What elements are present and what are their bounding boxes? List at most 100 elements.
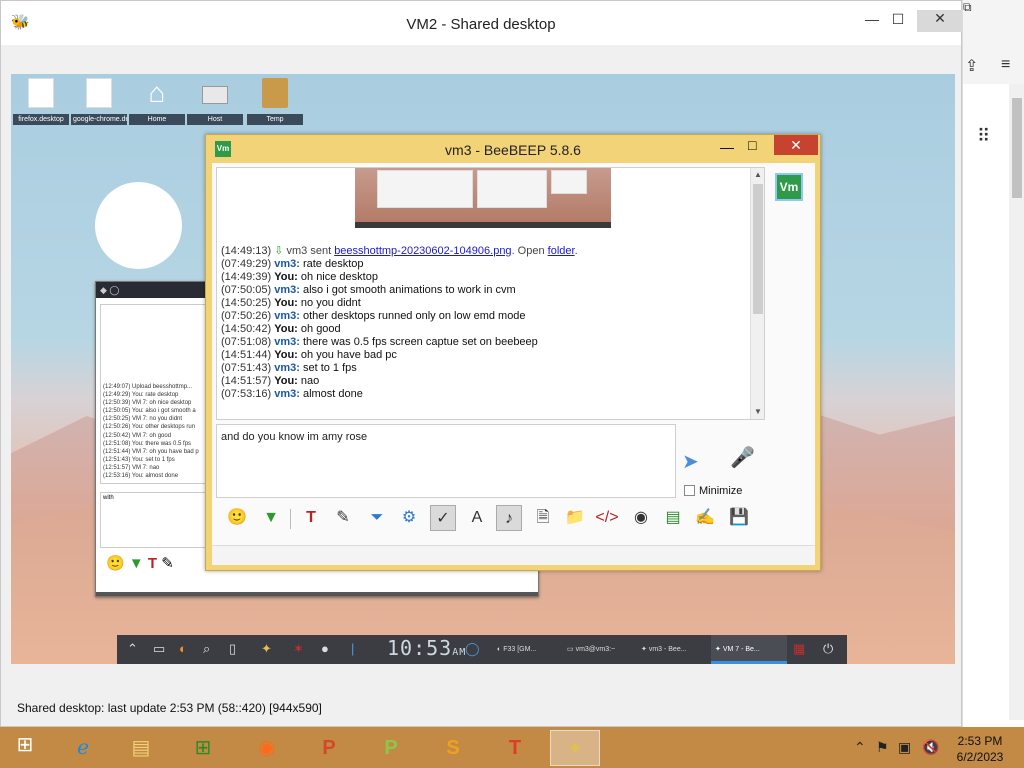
vm2-titlebar[interactable]: 🐝 VM2 - Shared desktop — ☐ ✕ bbox=[1, 1, 963, 45]
thumb-window bbox=[377, 170, 473, 208]
save-chat-icon[interactable]: 🗎 bbox=[530, 505, 556, 531]
chat-scrollbar[interactable]: ▲ ▼ bbox=[750, 168, 764, 419]
font-icon[interactable]: T bbox=[148, 555, 157, 572]
message-sender: You: bbox=[274, 297, 298, 309]
arrow-down-icon[interactable]: ▼ bbox=[129, 555, 144, 572]
font-icon[interactable]: T bbox=[298, 505, 324, 531]
user-avatar[interactable]: Vm bbox=[775, 173, 803, 201]
flag-icon[interactable]: ⚑ bbox=[876, 739, 889, 756]
terminal-icon[interactable]: ▭ bbox=[153, 639, 165, 659]
settings-icon[interactable]: ⚙ bbox=[396, 505, 422, 531]
network-icon[interactable]: ▣ bbox=[898, 739, 911, 756]
desktop-icon-firefox[interactable]: firefox.desktop bbox=[13, 78, 69, 134]
notes-icon[interactable]: ✍ bbox=[692, 505, 718, 531]
message-timestamp: (14:50:25) bbox=[221, 297, 272, 309]
bulb-icon[interactable]: ● bbox=[321, 639, 329, 659]
bug-icon[interactable]: ✶ bbox=[293, 639, 304, 659]
desktop-icon-chrome[interactable]: google-chrome.desk... bbox=[71, 78, 127, 134]
emoticon-icon[interactable]: 🙂 bbox=[106, 555, 125, 572]
background-message-input[interactable]: with bbox=[100, 492, 210, 548]
tray-expand-icon[interactable]: ⌃ bbox=[854, 739, 866, 756]
arrow-down-icon[interactable]: ▼ bbox=[258, 505, 284, 531]
close-button[interactable]: ✕ bbox=[774, 135, 818, 155]
toolbar-separator bbox=[290, 509, 291, 529]
message-sender: vm3: bbox=[274, 388, 300, 400]
message-sender: vm3: bbox=[274, 284, 300, 296]
folder-link[interactable]: folder bbox=[548, 245, 575, 257]
upload-icon: ⇩ bbox=[274, 245, 284, 257]
desktop-share-icon[interactable]: ▤ bbox=[660, 505, 686, 531]
filter-icon[interactable]: ⏷ bbox=[364, 505, 390, 531]
file-explorer-icon[interactable]: ▤ bbox=[116, 730, 166, 766]
firefox-icon[interactable]: ◉ bbox=[242, 730, 292, 766]
scroll-down-icon[interactable]: ▼ bbox=[751, 405, 764, 419]
bg-chat-line: (12:51:57) VM 7: nao bbox=[103, 464, 160, 471]
desktop-icon-temp[interactable]: Temp bbox=[247, 78, 303, 134]
shared-desktop-view[interactable]: firefox.desktop google-chrome.desk... ⌂ … bbox=[11, 74, 955, 664]
file-icon[interactable]: ▯ bbox=[229, 639, 236, 659]
text-app-icon[interactable]: T bbox=[490, 730, 540, 766]
send-file-icon[interactable]: 📁 bbox=[562, 505, 588, 531]
beebeep-chat-window[interactable]: Vm vm3 - BeeBEEP 5.8.6 — □ ✕ (14:49:13) bbox=[205, 134, 821, 571]
beebeep-titlebar[interactable]: Vm vm3 - BeeBEEP 5.8.6 — □ ✕ bbox=[206, 135, 820, 163]
minimize-button[interactable]: — bbox=[720, 139, 734, 155]
screenshot-thumbnail[interactable] bbox=[355, 168, 611, 228]
scrollbar-thumb[interactable] bbox=[1012, 98, 1022, 198]
maximize-button[interactable]: ☐ bbox=[883, 11, 913, 31]
desktop-icon-home[interactable]: ⌂ Home bbox=[129, 78, 185, 134]
microphone-icon[interactable]: 🎤 bbox=[730, 445, 756, 475]
circle-icon[interactable]: ◯ bbox=[465, 639, 480, 659]
send-icon[interactable]: ➤ bbox=[682, 449, 716, 475]
chat-history[interactable]: (14:49:13) ⇩ vm3 sent beesshottmp-202306… bbox=[216, 167, 765, 420]
scrollbar-thumb[interactable] bbox=[753, 184, 763, 314]
internet-explorer-icon[interactable]: ℯ bbox=[58, 730, 108, 766]
publisher-icon[interactable]: P bbox=[366, 730, 416, 766]
store-icon[interactable]: ⊞ bbox=[178, 730, 228, 766]
power-icon[interactable]: ⏻ bbox=[823, 639, 833, 659]
us-flag-icon[interactable]: ▦ bbox=[793, 639, 805, 659]
color-icon[interactable]: ✎ bbox=[161, 555, 174, 572]
windows-start-icon[interactable]: ⊞ bbox=[0, 727, 50, 768]
code-icon[interactable]: </> bbox=[594, 505, 620, 531]
checkbox-box[interactable] bbox=[684, 485, 695, 496]
spellcheck-icon[interactable]: ✓ bbox=[430, 505, 456, 531]
dock-task-active[interactable]: ✦ VM 7 - Be... bbox=[711, 635, 787, 664]
share-icon[interactable]: ⇪ bbox=[965, 56, 978, 76]
volume-muted-icon[interactable]: 🔇 bbox=[922, 739, 939, 756]
dock-clock-time: 10:53 bbox=[387, 636, 453, 660]
file-link[interactable]: beesshottmp-20230602-104906.png bbox=[334, 245, 511, 257]
minimize-checkbox[interactable]: Minimize bbox=[684, 485, 742, 497]
background-app-window[interactable]: ⧉ ⇪ ≡ ⠿ bbox=[962, 0, 1024, 727]
chat-messages: (14:49:13) ⇩ vm3 sent beesshottmp-202306… bbox=[221, 245, 578, 401]
color-picker-icon[interactable]: ✎ bbox=[330, 505, 356, 531]
chevron-up-icon[interactable]: ⌃ bbox=[127, 639, 138, 659]
beebeep-taskbar-icon[interactable]: ✦ bbox=[550, 730, 600, 766]
desktop-icon-host[interactable]: Host bbox=[187, 78, 243, 134]
message-input[interactable]: and do you know im amy rose bbox=[216, 424, 676, 498]
slides-icon[interactable]: S bbox=[428, 730, 478, 766]
dock-task[interactable]: ✦ vm3 - Bee... bbox=[637, 635, 707, 664]
background-app-header: ⧉ ⇪ ≡ bbox=[963, 0, 1024, 84]
taskbar-clock[interactable]: 2:53 PM 6/2/2023 bbox=[940, 733, 1020, 765]
dock-task[interactable]: ▭ vm3@vm3:~ bbox=[563, 635, 633, 664]
search-icon[interactable]: ⌕ bbox=[203, 639, 210, 659]
font-size-icon[interactable]: A bbox=[464, 505, 490, 531]
file-sent-message: (14:49:13) ⇩ vm3 sent beesshottmp-202306… bbox=[221, 245, 578, 258]
apps-grid-icon[interactable]: ⠿ bbox=[977, 126, 990, 147]
beebeep-icon[interactable]: ✦ bbox=[261, 639, 272, 659]
powerpoint-icon[interactable]: P bbox=[304, 730, 354, 766]
firefox-icon[interactable]: ◐ bbox=[179, 639, 187, 659]
background-app-scrollbar[interactable] bbox=[1009, 84, 1024, 720]
restore-icon[interactable]: ⧉ bbox=[963, 0, 972, 15]
emoticon-icon[interactable]: 🙂 bbox=[224, 505, 250, 531]
thermometer-icon[interactable]: | bbox=[351, 639, 354, 659]
screenshot-icon[interactable]: ◉ bbox=[628, 505, 654, 531]
windows-taskbar: ⊞ ℯ ▤ ⊞ ◉ P P S T ✦ ⌃ ⚑ ▣ 🔇 2:53 PM 6/2/… bbox=[0, 727, 1024, 768]
maximize-button[interactable]: □ bbox=[748, 137, 756, 153]
music-note-icon[interactable]: ♪ bbox=[496, 505, 522, 531]
menu-icon[interactable]: ≡ bbox=[1001, 56, 1010, 74]
close-button[interactable]: ✕ bbox=[917, 10, 963, 32]
scroll-up-icon[interactable]: ▲ bbox=[751, 168, 764, 182]
save-icon[interactable]: 💾 bbox=[726, 505, 752, 531]
dock-task[interactable]: ◐ F33 [GM... bbox=[493, 635, 559, 664]
